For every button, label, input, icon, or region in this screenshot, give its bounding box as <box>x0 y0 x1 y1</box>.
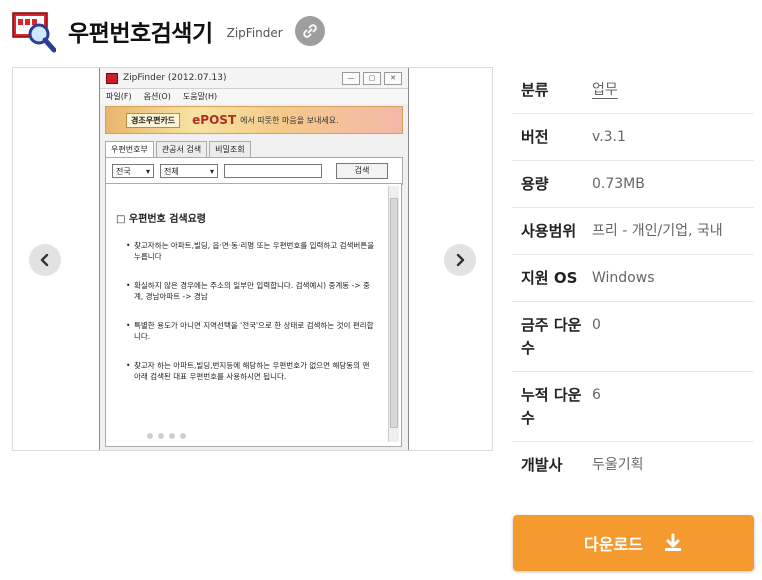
window-scroll-thumb <box>390 198 398 428</box>
category-link[interactable]: 업무 <box>592 79 754 102</box>
window-menubar: 파일(F) 옵션(O) 도움말(H) <box>100 89 408 104</box>
window-title: ZipFinder (2012.07.13) <box>123 73 227 83</box>
guide-tip: 확실하지 않은 경우에는 주소의 일부만 입력합니다. 검색예시) 중계동 ->… <box>126 280 376 302</box>
info-row-total-downloads: 누적 다운수 6 <box>512 372 754 442</box>
download-icon <box>664 533 681 551</box>
menu-item: 도움말(H) <box>182 92 218 101</box>
guide-tip: 특별한 용도가 아니면 지역선택을 '전국'으로 한 상태로 검색하는 것이 편… <box>126 320 376 342</box>
info-row-developer: 개발사 두울기획 <box>512 442 754 488</box>
guide-heading: □ 우편번호 검색요령 <box>116 214 207 225</box>
info-row-weekly-downloads: 금주 다운수 0 <box>512 302 754 372</box>
chevron-right-icon <box>456 253 465 267</box>
window-scrollbar <box>388 186 399 442</box>
window-search-input <box>224 164 322 178</box>
info-value: 두울기획 <box>592 457 644 473</box>
info-value: 0 <box>592 317 601 333</box>
region-select: 전국 ▾ <box>112 164 154 178</box>
dropdown-arrow-icon: ▾ <box>145 166 150 176</box>
window-guide-pane: □ 우편번호 검색요령 찾고자하는 아파트,빌딩, 읍·면·동·리명 또는 우편… <box>105 183 402 447</box>
info-key: 금주 다운수 <box>521 316 582 357</box>
minimize-icon: — <box>342 71 360 85</box>
download-label: 다운로드 <box>584 535 643 554</box>
window-titlebar: ZipFinder (2012.07.13) — ▢ ✕ <box>100 68 408 89</box>
dropdown-arrow-icon: ▾ <box>209 166 214 176</box>
window-tabs: 우편번호부 관공서 검색 비밀조회 <box>105 141 403 157</box>
banner-brand: ePOST <box>192 113 237 127</box>
app-screenshot: ZipFinder (2012.07.13) — ▢ ✕ 파일(F) 옵션(O)… <box>99 68 409 450</box>
window-controls: — ▢ ✕ <box>342 71 402 85</box>
info-value: 0.73MB <box>592 176 645 192</box>
guide-tip: 찾고자 하는 아파트,빌딩,번지등에 해당하는 우편번호가 없으면 해당동의 맨… <box>126 360 376 382</box>
info-key: 지원 OS <box>521 269 578 287</box>
gallery-dot[interactable] <box>169 433 175 439</box>
gallery-prev-button[interactable] <box>29 244 61 276</box>
window-search-row: 전국 ▾ 전체 ▾ 검색 <box>105 157 403 185</box>
info-row-license: 사용범위 프리 - 개인/기업, 국내 <box>512 208 754 255</box>
info-key: 용량 <box>521 175 549 193</box>
info-row-os: 지원 OS Windows <box>512 255 754 302</box>
info-key: 분류 <box>521 81 549 99</box>
page-title: 우편번호검색기 <box>68 21 213 47</box>
window-app-icon <box>106 72 118 84</box>
gallery-next-button[interactable] <box>444 244 476 276</box>
screenshot-gallery: ZipFinder (2012.07.13) — ▢ ✕ 파일(F) 옵션(O)… <box>12 67 493 451</box>
menu-item: 파일(F) <box>106 92 132 101</box>
page-header: 우편번호검색기 ZipFinder <box>12 9 325 53</box>
guide-tips: 찾고자하는 아파트,빌딩, 읍·면·동·리명 또는 우편번호를 입력하고 검색버… <box>126 240 376 400</box>
guide-tip: 찾고자하는 아파트,빌딩, 읍·면·동·리명 또는 우편번호를 입력하고 검색버… <box>126 240 376 262</box>
gallery-dot[interactable] <box>180 433 186 439</box>
gallery-dots <box>147 433 186 439</box>
info-value: v.3.1 <box>592 129 626 145</box>
banner-tagline: 에서 따뜻한 마음을 보내세요. <box>240 115 339 125</box>
info-table: 분류 업무 버전 v.3.1 용량 0.73MB 사용범위 프리 - 개인/기업… <box>512 67 754 488</box>
gallery-dot[interactable] <box>158 433 164 439</box>
window-search-button: 검색 <box>336 163 388 179</box>
info-row-size: 용량 0.73MB <box>512 161 754 208</box>
link-icon <box>302 24 317 38</box>
info-row-category: 분류 업무 <box>512 67 754 114</box>
menu-item: 옵션(O) <box>143 92 171 101</box>
app-logo-icon <box>12 9 57 53</box>
info-key: 개발사 <box>521 456 563 474</box>
epost-banner: 경조우편카드 ePOST 에서 따뜻한 마음을 보내세요. <box>105 106 403 134</box>
info-key: 누적 다운수 <box>521 386 582 427</box>
info-value: Windows <box>592 270 655 286</box>
tab-office-search: 관공서 검색 <box>155 141 208 157</box>
info-value: 6 <box>592 387 601 403</box>
tab-zipcode: 우편번호부 <box>105 141 154 157</box>
page-subtitle: ZipFinder <box>226 26 283 40</box>
info-key: 사용범위 <box>521 222 577 240</box>
maximize-icon: ▢ <box>363 71 381 85</box>
chevron-left-icon <box>40 253 49 267</box>
info-value: 프리 - 개인/기업, 국내 <box>592 223 723 239</box>
district-select: 전체 ▾ <box>160 164 218 178</box>
download-button[interactable]: 다운로드 <box>513 515 754 571</box>
tab-secret-lookup: 비밀조회 <box>209 141 251 157</box>
close-icon: ✕ <box>384 71 402 85</box>
banner-card-label: 경조우편카드 <box>126 112 181 128</box>
gallery-dot[interactable] <box>147 433 153 439</box>
share-link-button[interactable] <box>294 16 325 46</box>
info-row-version: 버전 v.3.1 <box>512 114 754 161</box>
info-key: 버전 <box>521 128 549 146</box>
